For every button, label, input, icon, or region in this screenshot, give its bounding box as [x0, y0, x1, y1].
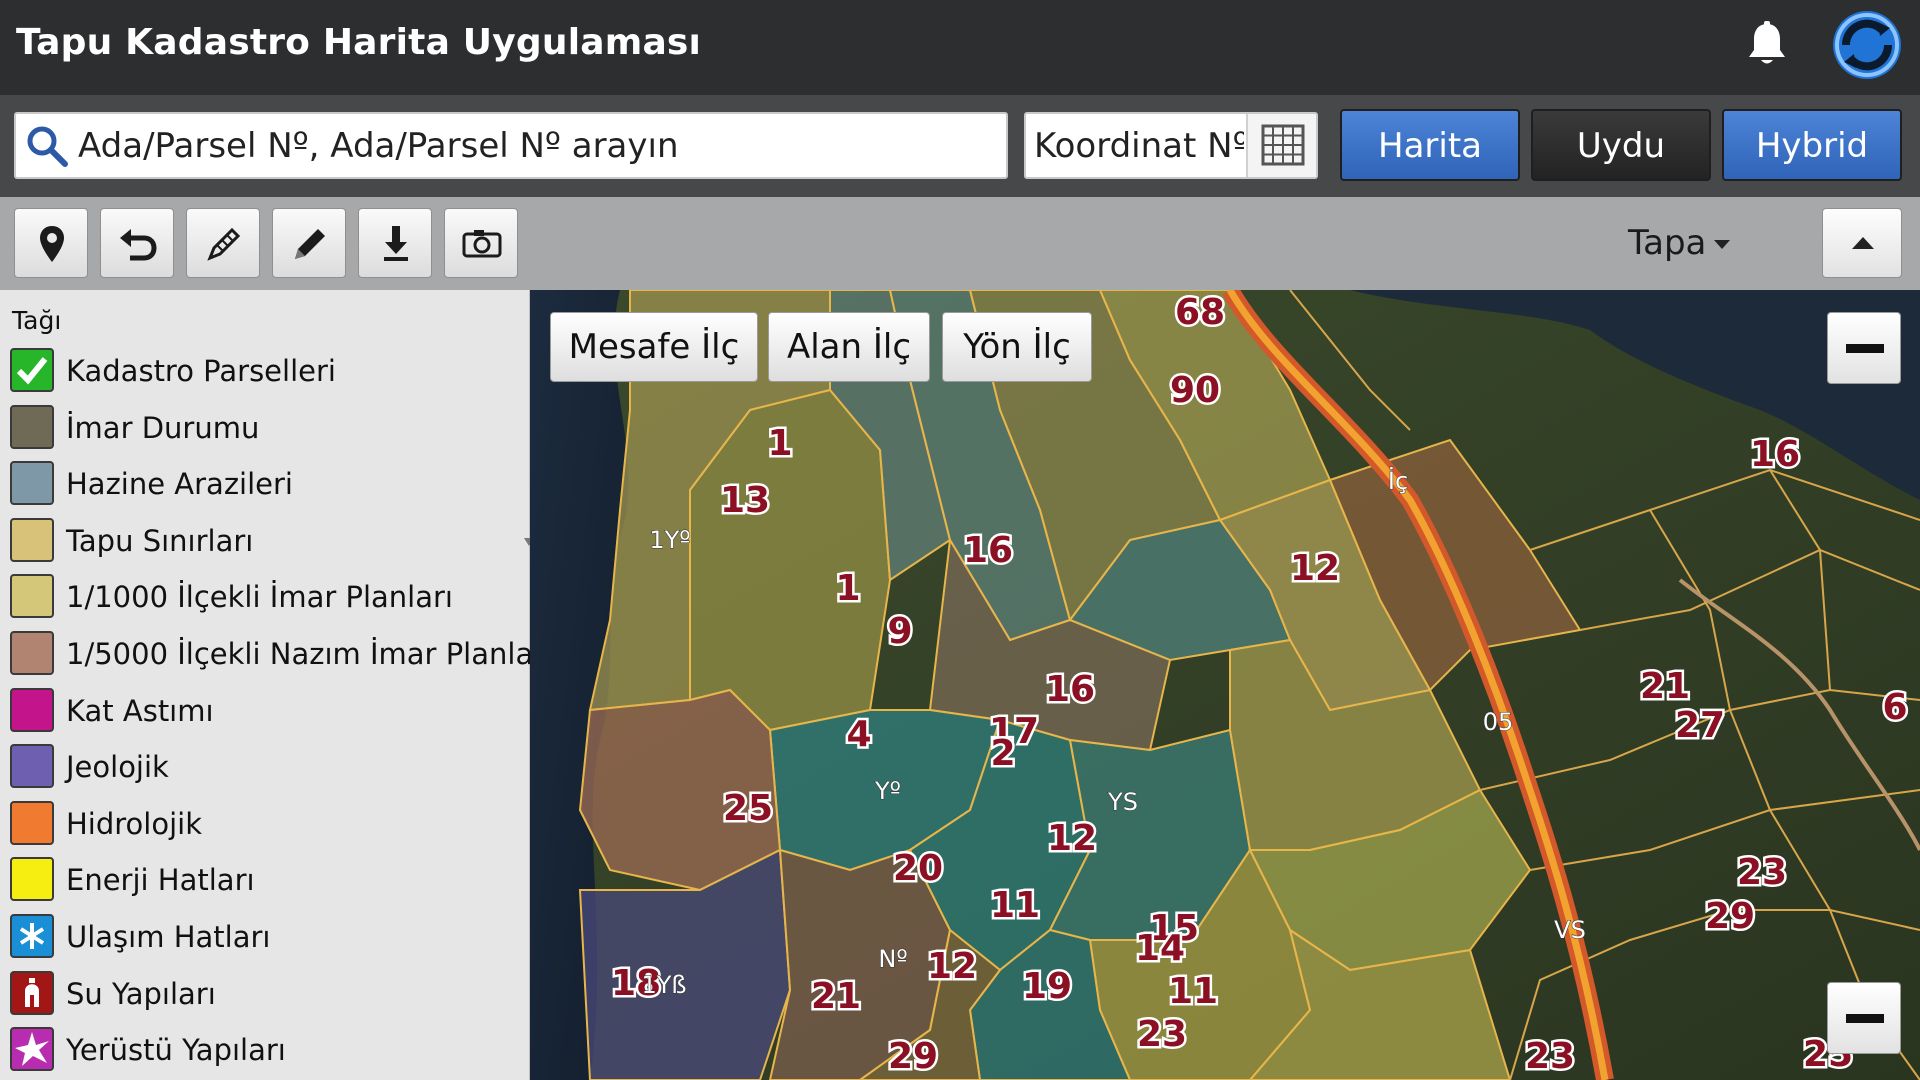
layer-panel-title: Tağı: [12, 306, 62, 335]
marker-icon: [40, 226, 64, 262]
layer-item[interactable]: Kadastro Parselleri: [10, 348, 520, 394]
layer-item[interactable]: Kat Astımı: [10, 688, 520, 734]
coordinate-grid-button[interactable]: [1246, 114, 1316, 177]
grid-icon: [1261, 124, 1305, 166]
layer-item[interactable]: 1/1000 İlçekli İmar Planları: [10, 574, 520, 620]
layer-swatch[interactable]: [10, 574, 54, 618]
tapa-dropdown[interactable]: Tapa: [1628, 223, 1731, 263]
layer-item[interactable]: Tapu Sınırları: [10, 518, 520, 564]
layer-panel: Tağı Kadastro Parselleri İmar Durumu Hazin…: [0, 290, 553, 1080]
user-account-icon[interactable]: [1828, 6, 1906, 84]
tapa-dropdown-label: Tapa: [1628, 223, 1707, 263]
measure-area-button[interactable]: Alan İlç: [768, 312, 930, 382]
undo-icon: [120, 229, 157, 261]
ruler-edit-icon: [207, 227, 241, 261]
layer-label: Ulaşım Hatları: [66, 920, 271, 954]
layer-item[interactable]: Hidrolojik: [10, 801, 520, 847]
map-type-uydu-button[interactable]: Uydu: [1531, 109, 1711, 181]
layer-swatch[interactable]: [10, 348, 54, 392]
coordinate-box: [1024, 112, 1318, 179]
app-window: Tapu Kadastro Harita Uygulaması Ada/Pars…: [0, 0, 1920, 1080]
download-icon: [384, 226, 408, 261]
layer-label: Hidrolojik: [66, 807, 203, 841]
layer-swatch[interactable]: [10, 518, 54, 562]
layer-item[interactable]: Ulaşım Hatları: [10, 914, 520, 960]
layer-label: Kat Astımı: [66, 694, 214, 728]
undo-tool-button[interactable]: [100, 208, 174, 278]
pencil-icon: [295, 229, 325, 259]
layer-swatch[interactable]: [10, 405, 54, 449]
search-icon: [27, 126, 68, 167]
bell-icon[interactable]: [1745, 20, 1789, 68]
layer-item[interactable]: 1/5000 İlçekli Nazım İmar Planları: [10, 631, 553, 677]
chevron-down-icon: [1714, 240, 1731, 249]
layer-swatch[interactable]: [10, 971, 54, 1015]
layer-label: Enerji Hatları: [66, 863, 255, 897]
layer-item[interactable]: Jeolojik: [10, 744, 520, 790]
zoom-out-button[interactable]: [1827, 312, 1901, 384]
measure-distance-button[interactable]: Mesafe İlç: [550, 312, 758, 382]
draw-tool-button[interactable]: [272, 208, 346, 278]
camera-tool-button[interactable]: [444, 208, 518, 278]
map-type-hybrid-button[interactable]: Hybrid: [1722, 109, 1902, 181]
layer-item[interactable]: İmar Durumu: [10, 405, 520, 451]
search-bar-row: Harita Uydu Hybrid: [0, 95, 1920, 197]
coordinate-input[interactable]: [1034, 122, 1244, 170]
water-structure-icon: [25, 978, 39, 1007]
layer-label: Jeolojik: [66, 750, 169, 784]
layer-item[interactable]: Enerji Hatları: [10, 857, 520, 903]
zoom-out-bottom-button[interactable]: [1827, 982, 1901, 1054]
layer-swatch[interactable]: [10, 914, 54, 958]
search-input[interactable]: [78, 122, 978, 170]
search-box: [14, 112, 1008, 179]
layer-swatch[interactable]: [10, 801, 54, 845]
toolbar: Tapa: [0, 197, 1920, 290]
title-bar: Tapu Kadastro Harita Uygulaması: [0, 0, 1920, 95]
app-title: Tapu Kadastro Harita Uygulaması: [16, 22, 702, 63]
asterisk-icon: [19, 923, 45, 949]
download-tool-button[interactable]: [358, 208, 432, 278]
star-burst-icon: [15, 1032, 49, 1066]
layer-swatch[interactable]: [10, 688, 54, 732]
layer-label: Kadastro Parselleri: [66, 354, 336, 388]
layer-item[interactable]: Su Yapıları: [10, 971, 520, 1017]
camera-icon: [462, 230, 502, 258]
layer-label: İmar Durumu: [66, 411, 260, 445]
layer-label: 1/5000 İlçekli Nazım İmar Planları: [66, 637, 554, 671]
layer-item[interactable]: Hazine Arazileri: [10, 461, 520, 507]
checkmark-icon: [16, 357, 48, 385]
layer-label: 1/1000 İlçekli İmar Planları: [66, 580, 453, 614]
map-canvas[interactable]: [530, 290, 1920, 1080]
layer-item[interactable]: Yerüstü Yapıları: [10, 1027, 520, 1073]
layer-swatch[interactable]: [10, 744, 54, 788]
layer-label: Yerüstü Yapıları: [66, 1033, 286, 1067]
marker-tool-button[interactable]: [14, 208, 88, 278]
layer-label: Su Yapıları: [66, 977, 216, 1011]
measure-direction-button[interactable]: Yön İlç: [942, 312, 1092, 382]
collapse-toolbar-button[interactable]: [1822, 208, 1902, 278]
layer-swatch[interactable]: [10, 857, 54, 901]
layer-swatch[interactable]: [10, 1027, 54, 1071]
layer-swatch[interactable]: [10, 461, 54, 505]
map-type-harita-button[interactable]: Harita: [1340, 109, 1520, 181]
map-view[interactable]: 68 90 16 1 13 16 12 1 9 16 21 6 27 17 4 2 25 12 20 23 11 29 15…: [530, 290, 1920, 1080]
layer-swatch[interactable]: [10, 631, 54, 675]
layer-label: Tapu Sınırları: [66, 524, 254, 558]
layer-label: Hazine Arazileri: [66, 467, 293, 501]
edit-line-tool-button[interactable]: [186, 208, 260, 278]
